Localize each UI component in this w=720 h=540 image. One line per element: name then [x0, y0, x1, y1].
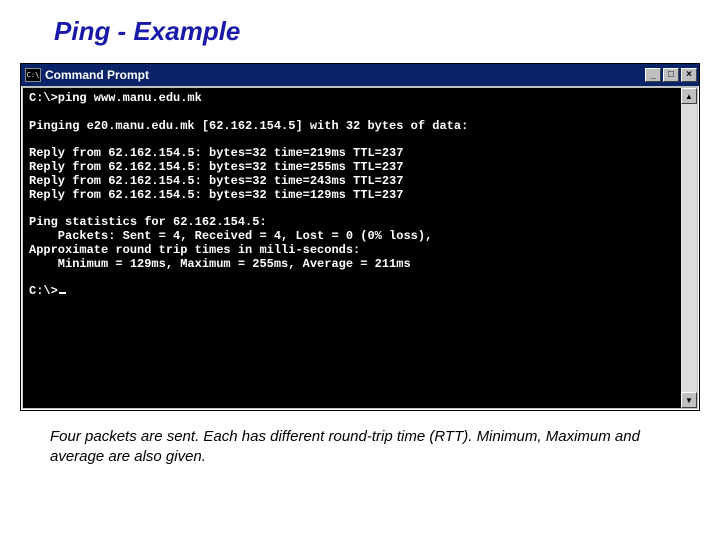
app-icon-label: C:\ [27, 72, 40, 79]
close-button[interactable]: × [681, 68, 697, 82]
console-line: Reply from 62.162.154.5: bytes=32 time=2… [29, 174, 403, 188]
maximize-button[interactable]: □ [663, 68, 679, 82]
console-line: Minimum = 129ms, Maximum = 255ms, Averag… [29, 257, 411, 271]
console-line: Packets: Sent = 4, Received = 4, Lost = … [29, 229, 432, 243]
console-line: Pinging e20.manu.edu.mk [62.162.154.5] w… [29, 119, 468, 133]
cursor-icon [59, 292, 66, 294]
console-line: C:\>ping www.manu.edu.mk [29, 91, 202, 105]
console-line: Reply from 62.162.154.5: bytes=32 time=2… [29, 146, 403, 160]
titlebar-text: Command Prompt [45, 68, 645, 82]
console-line: Reply from 62.162.154.5: bytes=32 time=2… [29, 160, 403, 174]
scroll-track[interactable] [681, 104, 697, 392]
console-line: Reply from 62.162.154.5: bytes=32 time=1… [29, 188, 403, 202]
scroll-up-button[interactable]: ▲ [681, 88, 697, 104]
minimize-button[interactable]: _ [645, 68, 661, 82]
app-icon: C:\ [25, 68, 41, 82]
console-output: C:\>ping www.manu.edu.mk Pinging e20.man… [23, 88, 697, 408]
console-frame: C:\>ping www.manu.edu.mk Pinging e20.man… [21, 86, 699, 410]
console-line: Approximate round trip times in milli-se… [29, 243, 360, 257]
slide-caption: Four packets are sent. Each has differen… [0, 411, 720, 468]
slide-title: Ping - Example [0, 0, 720, 55]
scroll-down-button[interactable]: ▼ [681, 392, 697, 408]
titlebar: C:\ Command Prompt _ □ × [21, 64, 699, 86]
vertical-scrollbar[interactable]: ▲ ▼ [681, 88, 697, 408]
console-line: C:\> [29, 284, 58, 298]
command-prompt-window: C:\ Command Prompt _ □ × C:\>ping www.ma… [20, 63, 700, 411]
console-line: Ping statistics for 62.162.154.5: [29, 215, 267, 229]
window-controls: _ □ × [645, 68, 697, 82]
